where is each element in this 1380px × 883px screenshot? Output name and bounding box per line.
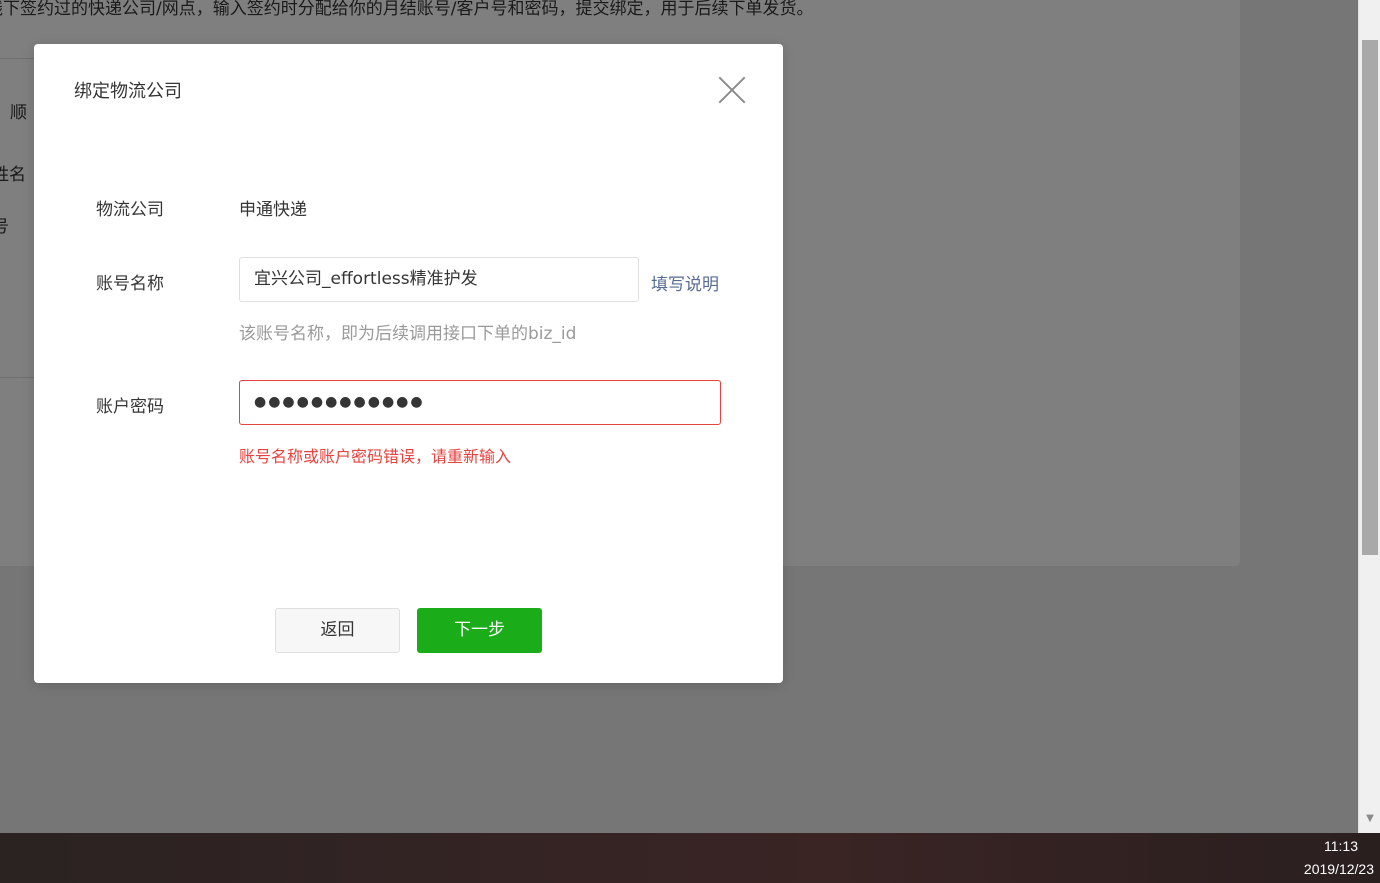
- error-message: 账号名称或账户密码错误，请重新输入: [239, 447, 512, 466]
- account-name-input[interactable]: 宜兴公司_effortless精准护发: [239, 257, 639, 302]
- taskbar: 11:13 2019/12/23: [0, 833, 1380, 883]
- account-label: 账号名称: [96, 274, 164, 294]
- password-input[interactable]: ●●●●●●●●●●●●: [239, 380, 721, 425]
- back-button[interactable]: 返回: [275, 608, 400, 653]
- chevron-down-icon[interactable]: ▼: [1363, 812, 1377, 826]
- clock-date[interactable]: 2019/12/23: [1304, 861, 1374, 877]
- next-step-button[interactable]: 下一步: [417, 608, 542, 653]
- bind-logistics-dialog: 绑定物流公司 物流公司 申通快递 账号名称 宜兴公司_effortless精准护…: [34, 44, 783, 683]
- clock-time[interactable]: 11:13: [1324, 838, 1358, 854]
- close-icon[interactable]: [718, 76, 746, 104]
- dialog-title: 绑定物流公司: [74, 81, 182, 102]
- help-link[interactable]: 填写说明: [651, 270, 719, 295]
- password-label: 账户密码: [96, 397, 164, 417]
- scrollbar[interactable]: ▼: [1358, 0, 1380, 833]
- account-hint: 该账号名称，即为后续调用接口下单的biz_id: [239, 324, 577, 344]
- company-value: 申通快递: [239, 200, 307, 220]
- company-label: 物流公司: [96, 200, 164, 220]
- scrollbar-thumb[interactable]: [1362, 40, 1378, 555]
